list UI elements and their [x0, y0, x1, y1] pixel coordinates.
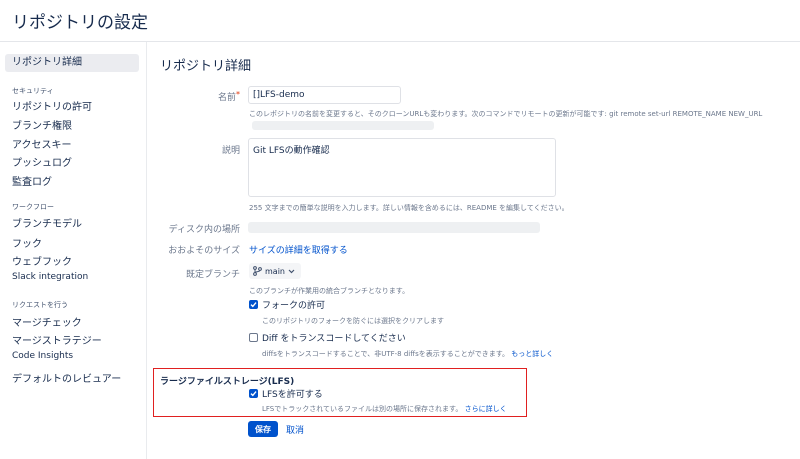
section-title: リポジトリ詳細 [160, 59, 252, 74]
sidebar-item-branching-model[interactable]: ブランチモデル [12, 215, 82, 230]
sidebar-item-merge-strategies[interactable]: マージストラテジー [12, 332, 102, 347]
sidebar-item-audit-log[interactable]: 監査ログ [12, 173, 52, 188]
description-help-text: 255 文字までの簡単な説明を入力します。詳しい情報を含めるには、README … [249, 204, 569, 212]
disk-location-blurred [248, 222, 540, 233]
default-branch-label: 既定ブランチ [185, 270, 240, 280]
sidebar-item-hooks[interactable]: フック [12, 235, 42, 250]
clone-url-blurred [252, 121, 434, 130]
diff-transcode-label: Diff をトランスコードしてください [262, 334, 406, 344]
lfs-help-text: LFSでトラックされているファイルは別の場所に保存されます。 [262, 405, 463, 413]
name-label-text: 名前 [217, 93, 236, 103]
lfs-section-title: ラージファイルストレージ(LFS) [160, 377, 295, 387]
lfs-allow-label: LFSを許可する [262, 390, 323, 400]
fork-checkbox[interactable] [249, 300, 258, 309]
check-icon [250, 302, 257, 308]
header-divider [0, 41, 800, 42]
diff-transcode-help-text: diffsをトランスコードすることで、非UTF-8 diffsを表示することがで… [262, 350, 510, 358]
description-textarea[interactable] [248, 138, 556, 197]
name-label: 名前* [200, 90, 240, 103]
size-details-link[interactable]: サイズの詳細を取得する [249, 243, 348, 256]
sidebar-heading-security: セキュリティ [12, 87, 54, 95]
page-title: リポジトリの設定 [12, 13, 148, 33]
default-branch-value: main [265, 266, 285, 276]
lfs-allow-checkbox[interactable] [249, 389, 258, 398]
sidebar-item-webhooks[interactable]: ウェブフック [12, 253, 72, 268]
sidebar-divider [146, 42, 147, 459]
sidebar-item-push-log[interactable]: プッシュログ [12, 154, 72, 169]
sidebar-item-code-insights[interactable]: Code Insights [12, 351, 73, 361]
required-mark: * [236, 90, 240, 99]
name-input[interactable] [248, 86, 401, 104]
fork-help-text: このリポジトリのフォークを防ぐには選択をクリアします [262, 317, 444, 325]
sidebar-item-merge-checks[interactable]: マージチェック [12, 314, 82, 329]
disk-location-label: ディスク内の場所 [168, 225, 240, 235]
sidebar-item-slack-integration[interactable]: Slack integration [12, 272, 88, 282]
default-branch-help-text: このブランチが作業用の統合ブランチとなります。 [249, 287, 410, 295]
fork-label: フォークの許可 [262, 301, 326, 311]
name-help-text: このレポジトリの名前を変更すると、そのクローンURLも変わります。次のコマンドで… [249, 110, 763, 118]
sidebar-item-default-reviewers[interactable]: デフォルトのレビュアー [12, 370, 121, 385]
check-icon [250, 391, 257, 397]
diff-transcode-checkbox[interactable] [249, 333, 258, 342]
approximate-size-label: おおよそのサイズ [168, 246, 240, 256]
lfs-help: LFSでトラックされているファイルは別の場所に保存されます。 さらに詳しく [262, 404, 507, 414]
sidebar-item-repository-permissions[interactable]: リポジトリの許可 [12, 98, 92, 113]
save-button[interactable]: 保存 [248, 421, 278, 437]
default-branch-dropdown[interactable]: main [249, 263, 301, 279]
chevron-down-icon [288, 269, 295, 274]
sidebar-heading-pull-requests: リクエストを行う [12, 301, 68, 309]
diff-transcode-help: diffsをトランスコードすることで、非UTF-8 diffsを表示することがで… [262, 349, 553, 359]
sidebar-item-access-keys[interactable]: アクセスキー [12, 136, 72, 151]
sidebar-heading-workflow: ワークフロー [12, 203, 54, 211]
sidebar-item-repository-details[interactable]: リポジトリ詳細 [5, 54, 139, 72]
cancel-link[interactable]: 取消 [286, 423, 304, 436]
sidebar-item-branch-permissions[interactable]: ブランチ権限 [12, 117, 72, 132]
branch-icon [253, 266, 262, 276]
diff-learn-more-link[interactable]: もっと詳しく [511, 350, 553, 358]
description-label: 説明 [221, 146, 240, 156]
lfs-learn-more-link[interactable]: さらに詳しく [465, 405, 507, 413]
